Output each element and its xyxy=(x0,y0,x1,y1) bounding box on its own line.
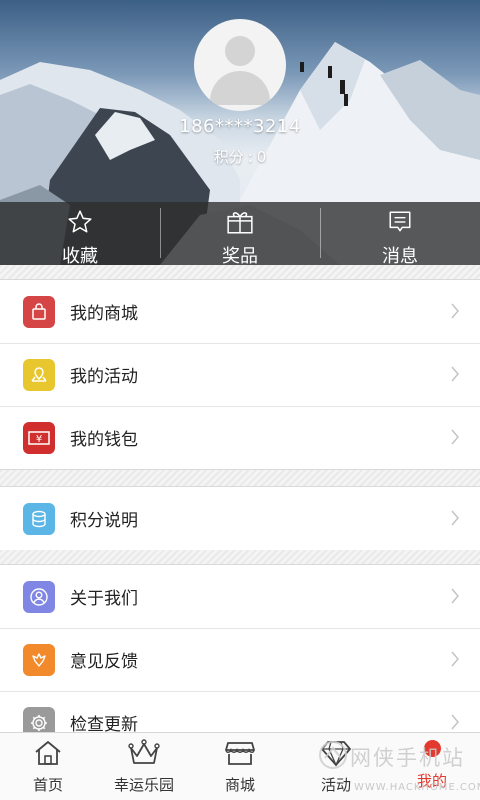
chevron-right-icon xyxy=(450,650,460,672)
store-icon xyxy=(224,739,256,771)
menu-item-label: 关于我们 xyxy=(70,589,138,609)
nav-home[interactable]: 首页 xyxy=(0,733,96,800)
header-tab-bar: 收藏 奖品 消息 xyxy=(0,202,480,265)
tab-favorites[interactable]: 收藏 xyxy=(0,202,160,265)
gift-icon xyxy=(226,209,254,239)
section-divider xyxy=(0,265,480,279)
nav-activities-label: 活动 xyxy=(320,776,351,794)
menu-item-label: 意见反馈 xyxy=(70,652,138,672)
tab-prizes[interactable]: 奖品 xyxy=(160,202,320,265)
nav-mine[interactable]: 我的 xyxy=(384,733,480,800)
menu-item-feedback[interactable]: 意见反馈 xyxy=(0,628,480,691)
bottom-navigation: 首页 幸运乐园 商城 活动 我的 xyxy=(0,732,480,800)
tab-messages[interactable]: 消息 xyxy=(320,202,480,265)
shopping-bag-icon xyxy=(23,296,55,328)
points-display: 积分:0 xyxy=(0,146,480,167)
diamond-icon xyxy=(320,739,352,771)
chevron-right-icon xyxy=(450,428,460,450)
nav-activities[interactable]: 活动 xyxy=(288,733,384,800)
menu-item-about-us[interactable]: 关于我们 xyxy=(0,565,480,628)
location-icon xyxy=(23,359,55,391)
nav-mall-label: 商城 xyxy=(224,776,255,794)
home-icon xyxy=(33,739,63,771)
chevron-right-icon xyxy=(450,509,460,531)
feedback-icon xyxy=(23,644,55,676)
menu-item-label: 我的活动 xyxy=(70,367,138,387)
nav-lucky-park[interactable]: 幸运乐园 xyxy=(96,733,192,800)
chevron-right-icon xyxy=(450,302,460,324)
menu-item-label: 我的钱包 xyxy=(70,430,138,450)
user-phone: 186****3214 xyxy=(179,116,301,137)
menu-item-my-wallet[interactable]: ¥ 我的钱包 xyxy=(0,406,480,469)
menu-item-points-info[interactable]: 积分说明 xyxy=(0,487,480,550)
crown-icon xyxy=(128,739,160,771)
star-icon xyxy=(67,209,93,239)
nav-mall[interactable]: 商城 xyxy=(192,733,288,800)
menu-item-my-activities[interactable]: 我的活动 xyxy=(0,343,480,406)
avatar[interactable] xyxy=(194,19,286,111)
chevron-right-icon xyxy=(450,587,460,609)
menu-item-label: 积分说明 xyxy=(70,511,138,531)
points-separator: : xyxy=(247,148,253,166)
points-label: 积分 xyxy=(213,148,244,166)
section-divider xyxy=(0,550,480,564)
section-divider xyxy=(0,470,480,486)
coins-icon xyxy=(23,503,55,535)
profile-header: 186****3214 积分:0 收藏 奖品 消息 xyxy=(0,0,480,265)
message-icon xyxy=(387,209,413,239)
person-icon xyxy=(23,581,55,613)
chevron-right-icon xyxy=(450,365,460,387)
wallet-icon: ¥ xyxy=(23,422,55,454)
menu-group-points: 积分说明 xyxy=(0,486,480,551)
menu-group-misc: 关于我们 意见反馈 检查更新 xyxy=(0,564,480,755)
profile-icon xyxy=(424,740,441,757)
nav-lucky-park-label: 幸运乐园 xyxy=(113,776,174,794)
menu-item-label: 我的商城 xyxy=(70,304,138,324)
tab-messages-label: 消息 xyxy=(382,246,418,265)
menu-group-shopping: 我的商城 我的活动 ¥ 我的钱包 xyxy=(0,279,480,470)
nav-mine-label: 我的 xyxy=(416,772,447,790)
nav-home-label: 首页 xyxy=(32,776,63,794)
points-value: 0 xyxy=(256,148,267,166)
svg-text:¥: ¥ xyxy=(36,434,42,445)
tab-prizes-label: 奖品 xyxy=(222,246,258,265)
tab-favorites-label: 收藏 xyxy=(62,246,98,265)
menu-item-my-mall[interactable]: 我的商城 xyxy=(0,280,480,343)
